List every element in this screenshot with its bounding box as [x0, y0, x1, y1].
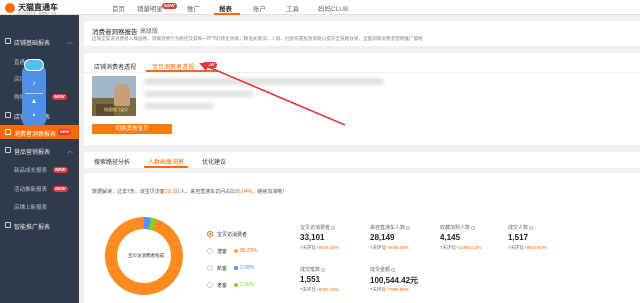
donut-segment-new: [143, 217, 152, 230]
analysis-tabs: 搜索路径分析 人群画像洞察 优化建议: [84, 152, 640, 168]
legend-value: 2.09%: [240, 282, 255, 288]
legend-label: 潜客: [217, 249, 228, 255]
legend-swatch: [234, 283, 238, 287]
legend-radio-old[interactable]: [207, 282, 213, 288]
help-icon: [406, 225, 411, 230]
tab-optimization[interactable]: 优化建议: [202, 157, 226, 166]
tab-search-path[interactable]: 搜索路径分析: [94, 157, 130, 166]
help-icon: [321, 267, 326, 272]
donut-center-label: 宝贝访消费者构成: [128, 253, 164, 258]
legend-radio-new[interactable]: [207, 265, 213, 271]
legend-label: 新客: [217, 266, 228, 272]
legend-swatch: [234, 249, 238, 253]
help-icon: [391, 267, 396, 272]
tab-active-indicator: [144, 166, 188, 168]
legend-radio-potential[interactable]: [207, 248, 213, 254]
help-icon: [471, 225, 476, 230]
legend-label: 宝贝访消费者: [217, 232, 248, 238]
donut-segment-old: [148, 217, 157, 231]
crowd-analysis-panel: 数据解读：过去7天，该宝贝访客33,101人，来自直通车访问占比85.04%，继…: [84, 173, 640, 303]
legend-value: 2.68%: [240, 265, 255, 271]
legend-radio-visitors[interactable]: [207, 231, 213, 237]
tab-crowd-profile[interactable]: 人群画像洞察: [148, 157, 184, 166]
help-icon: [529, 225, 534, 230]
legend-label: 老客: [217, 283, 228, 289]
legend-value: 95.23%: [240, 248, 257, 254]
legend-swatch: [234, 266, 238, 270]
data-interpretation: 数据解读：过去7天，该宝贝访客33,101人，来自直通车访问占比85.04%，继…: [92, 189, 288, 195]
help-icon: [331, 225, 336, 230]
